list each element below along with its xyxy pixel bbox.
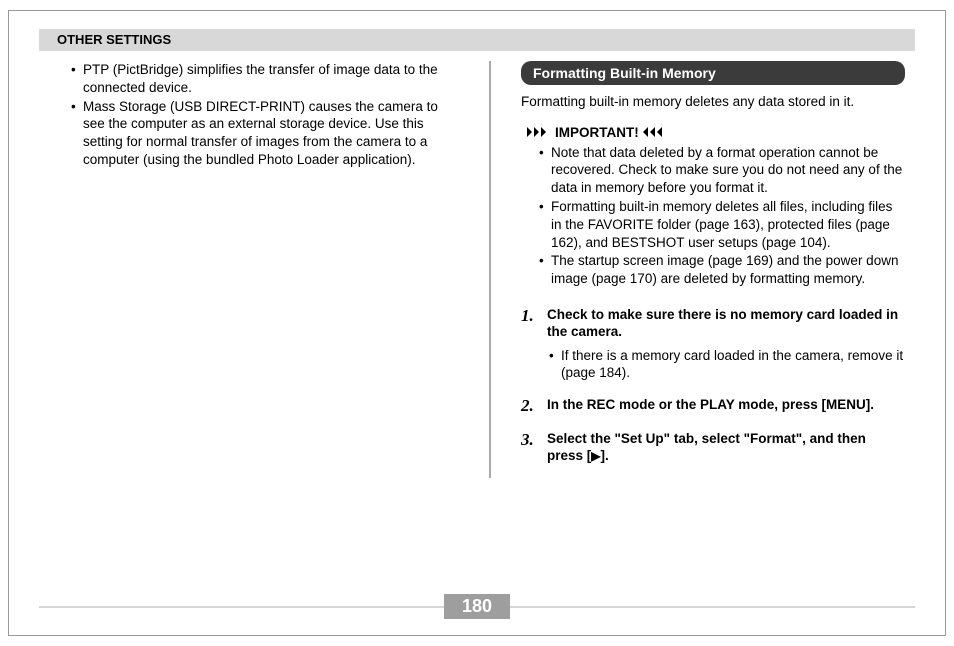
column-divider [489,61,491,478]
important-label: IMPORTANT! [527,125,905,140]
chevron-left-decor-icon [643,126,667,138]
section-title-pill: Formatting Built-in Memory [521,61,905,85]
list-item: If there is a memory card loaded in the … [547,347,905,382]
important-text: IMPORTANT! [555,125,639,140]
usb-settings-list: PTP (PictBridge) simplifies the transfer… [69,61,453,169]
right-column: Formatting Built-in Memory Formatting bu… [521,61,915,478]
page-number: 180 [444,594,510,619]
page-footer: 180 [39,594,915,619]
list-item: PTP (PictBridge) simplifies the transfer… [69,61,453,97]
step-text-suffix: ]. [601,448,609,463]
step-1: 1. Check to make sure there is no memory… [521,306,905,382]
step-body: In the REC mode or the PLAY mode, press … [547,396,905,416]
step-number: 2. [521,396,547,416]
list-item: Note that data deleted by a format opera… [537,144,905,197]
step-body: Check to make sure there is no memory ca… [547,306,905,382]
play-right-icon: ▶ [591,449,600,463]
step-text: In the REC mode or the PLAY mode, press … [547,397,874,412]
step-body: Select the "Set Up" tab, select "Format"… [547,430,905,465]
step-2: 2. In the REC mode or the PLAY mode, pre… [521,396,905,416]
section-header: OTHER SETTINGS [39,29,915,51]
footer-rule [39,606,444,608]
left-column: PTP (PictBridge) simplifies the transfer… [39,61,459,478]
list-item: Formatting built-in memory deletes all f… [537,198,905,251]
chevron-right-decor-icon [527,126,551,138]
section-intro: Formatting built-in memory deletes any d… [521,93,905,111]
list-item: The startup screen image (page 169) and … [537,252,905,288]
step-text: Check to make sure there is no memory ca… [547,307,898,339]
step-number: 1. [521,306,547,382]
list-item: Mass Storage (USB DIRECT-PRINT) causes t… [69,98,453,169]
content-columns: PTP (PictBridge) simplifies the transfer… [39,61,915,478]
important-list: Note that data deleted by a format opera… [537,144,905,289]
step-sub-list: If there is a memory card loaded in the … [547,347,905,382]
step-3: 3. Select the "Set Up" tab, select "Form… [521,430,905,465]
important-block: IMPORTANT! Note that data deleted by a f… [527,125,905,289]
step-number: 3. [521,430,547,465]
page-frame: OTHER SETTINGS PTP (PictBridge) simplifi… [8,10,946,636]
footer-rule [510,606,915,608]
